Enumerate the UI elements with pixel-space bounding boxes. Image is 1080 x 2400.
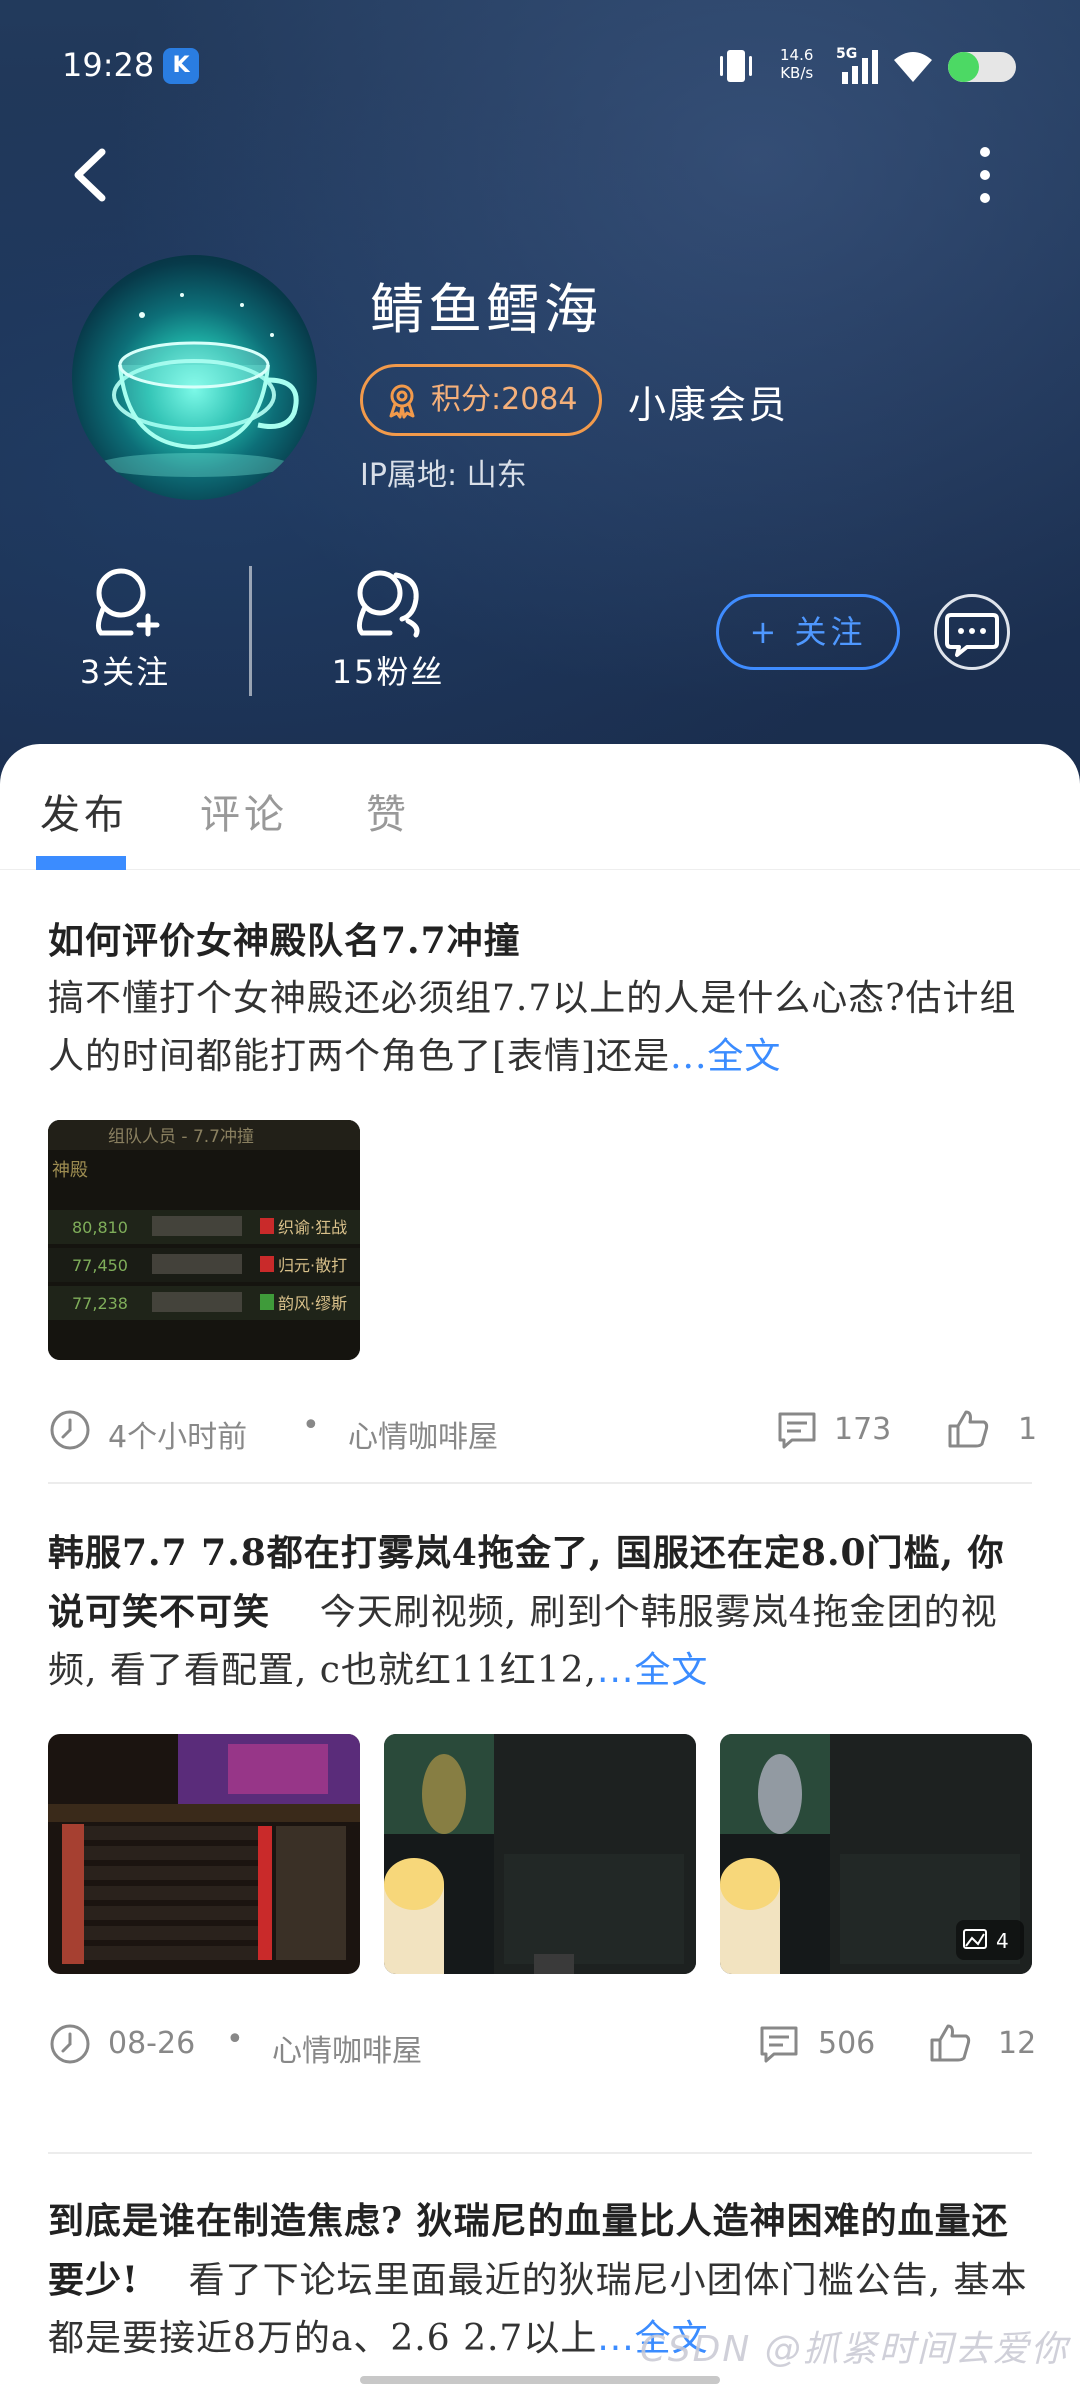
comment-icon[interactable] [758, 2024, 800, 2064]
post-images: 组队人员 - 7.7冲撞 神殿 80,810 77,450 77,238 织谕·… [48, 1120, 1032, 1360]
post-meta: 4个小时前 • 心情咖啡屋 173 1 [48, 1398, 1037, 1458]
fans-stat[interactable]: 15粉丝 [318, 565, 458, 693]
clock-icon [50, 1410, 90, 1450]
thumb-role-1: 织谕·狂战 [278, 1218, 347, 1237]
thumb-score-2: 77,450 [72, 1256, 128, 1275]
avatar[interactable] [72, 255, 317, 500]
points-badge[interactable]: 积分:2084 [360, 364, 602, 436]
tab-posts[interactable]: 发布 [40, 782, 128, 840]
post-time: 08-26 [108, 2026, 196, 2061]
following-label: 3关注 [79, 653, 171, 691]
status-time: 19:28 [62, 46, 155, 84]
active-tab-indicator [36, 856, 126, 870]
post-time: 4个小时前 [108, 1420, 248, 1455]
content-card: 发布 评论 赞 如何评价女神殿队名7.7冲撞 搞不懂打个女神殿还必须组7.7以上… [0, 744, 1080, 2400]
fans-label: 15粉丝 [331, 653, 445, 691]
thumb-score-1: 80,810 [72, 1218, 128, 1237]
meta-separator: • [302, 1408, 320, 1443]
follow-user-icon [95, 568, 160, 637]
post-image[interactable] [48, 1734, 360, 1974]
points-label: 积分:2084 [431, 382, 578, 417]
comment-icon[interactable] [776, 1410, 818, 1450]
like-count[interactable]: 12 [998, 2026, 1036, 2061]
ip-location: IP属地: 山东 [360, 458, 527, 493]
meta-separator: • [226, 2022, 244, 2057]
username: 鲭鱼鳕海 [370, 278, 602, 341]
stat-divider [249, 566, 252, 696]
battery-icon [948, 52, 1016, 82]
home-indicator[interactable] [360, 2376, 720, 2384]
back-button[interactable] [62, 140, 122, 210]
comment-count[interactable]: 173 [834, 1412, 891, 1447]
thumb-header-text: 组队人员 - 7.7冲撞 [108, 1127, 254, 1147]
teacup-avatar-image [98, 293, 299, 477]
game-screenshot [384, 1734, 696, 1974]
post-body: 搞不懂打个女神殿还必须组7.7以上的人是什么心态?估计组人的时间都能打两个角色了… [48, 978, 1017, 1077]
game-screenshot [48, 1734, 360, 1974]
battery-level [948, 52, 979, 82]
post-divider [48, 2152, 1032, 2154]
post-images: 4 [48, 1734, 1032, 1974]
game-screenshot: 组队人员 - 7.7冲撞 神殿 80,810 77,450 77,238 织谕·… [48, 1120, 360, 1360]
post-image[interactable]: 4 [720, 1734, 1032, 1974]
chat-icon [945, 613, 999, 657]
app-notification-icon: K [163, 48, 199, 84]
comment-count[interactable]: 506 [818, 2026, 875, 2061]
following-stat[interactable]: 3关注 [60, 565, 190, 693]
network-speed: 14.6 KB/s [780, 46, 814, 82]
tab-bar: 发布 评论 赞 [0, 744, 1080, 870]
thumbs-up-icon[interactable] [946, 1406, 990, 1450]
read-more-link[interactable]: ...全文 [670, 1036, 781, 1077]
thumb-score-3: 77,238 [72, 1294, 128, 1313]
thumbs-up-icon[interactable] [928, 2020, 972, 2064]
post-meta: 08-26 • 心情咖啡屋 506 12 [48, 2012, 1036, 2072]
thumb-role-2: 归元·散打 [278, 1256, 347, 1275]
post-category[interactable]: 心情咖啡屋 [272, 2026, 422, 2070]
status-bar: 19:28 K 14.6 KB/s 5G [0, 0, 1080, 130]
read-more-link[interactable]: ...全文 [597, 1650, 708, 1691]
thumb-role-3: 韵风·缪斯 [278, 1294, 347, 1313]
network-type: 5G [836, 46, 857, 62]
post-title: 如何评价女神殿队名7.7冲撞 [48, 920, 521, 962]
post-item[interactable]: 韩服7.7 7.8都在打雾岚4拖金了, 国服还在定8.0门槛, 你说可笑不可笑 … [48, 1524, 1036, 2072]
image-count: 4 [996, 1929, 1009, 1953]
clock-icon [50, 2024, 90, 2064]
fans-icon [356, 570, 420, 638]
tab-likes[interactable]: 赞 [366, 782, 410, 840]
medal-icon [389, 384, 415, 419]
tab-comments[interactable]: 评论 [200, 782, 288, 840]
post-divider [48, 1482, 1032, 1484]
thumb-row-label: 神殿 [52, 1160, 88, 1181]
watermark: CSDN @抓紧时间去爱你 [640, 2329, 1069, 2370]
wifi-icon [894, 52, 932, 82]
follow-button[interactable]: + 关注 [716, 594, 900, 670]
post-category[interactable]: 心情咖啡屋 [348, 1412, 498, 1456]
post-item[interactable]: 如何评价女神殿队名7.7冲撞 搞不懂打个女神殿还必须组7.7以上的人是什么心态?… [48, 912, 1037, 1458]
post-content: 韩服7.7 7.8都在打雾岚4拖金了, 国服还在定8.0门槛, 你说可笑不可笑 … [48, 1524, 1032, 1700]
game-screenshot: 4 [720, 1734, 1032, 1974]
member-level: 小康会员 [628, 383, 789, 427]
vibrate-icon [720, 50, 752, 82]
more-options-button[interactable] [960, 140, 1010, 210]
message-button[interactable] [934, 594, 1010, 670]
like-count[interactable]: 1 [1018, 1412, 1037, 1447]
post-image[interactable] [384, 1734, 696, 1974]
post-image[interactable]: 组队人员 - 7.7冲撞 神殿 80,810 77,450 77,238 织谕·… [48, 1120, 360, 1360]
signal-icon: 5G [836, 46, 878, 84]
